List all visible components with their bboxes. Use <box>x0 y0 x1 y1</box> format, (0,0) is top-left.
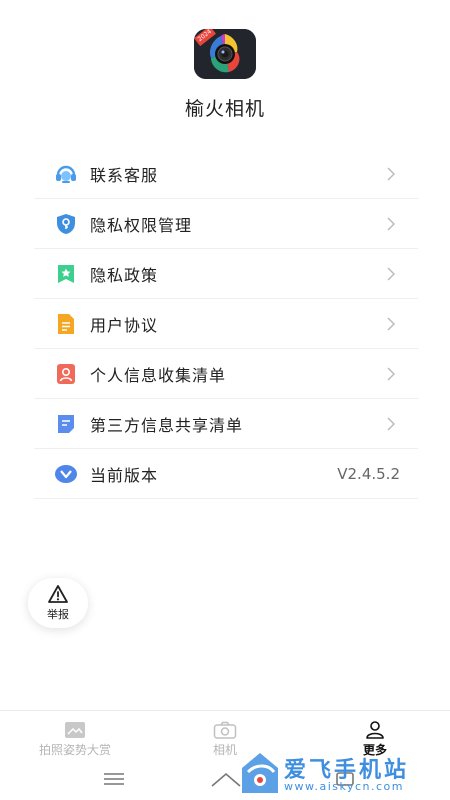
menu-item-label: 个人信息收集清单 <box>90 365 227 385</box>
menu-item-current-version: 当前版本 V2.4.5.2 <box>34 449 418 499</box>
shield-key-icon <box>54 212 78 236</box>
menu-item-third-party-sharing-list[interactable]: 第三方信息共享清单 <box>34 399 418 449</box>
menu-item-label: 用户协议 <box>90 315 159 335</box>
menu-item-user-agreement[interactable]: 用户协议 <box>34 299 418 349</box>
version-icon <box>54 462 78 486</box>
menu-item-customer-service[interactable]: 联系客服 <box>34 149 418 199</box>
menu-item-label: 第三方信息共享清单 <box>90 415 244 435</box>
image-icon <box>65 722 85 738</box>
version-number: V2.4.5.2 <box>337 464 400 483</box>
bookmark-star-icon <box>54 262 78 286</box>
camera-icon <box>213 721 237 739</box>
headset-icon <box>54 162 78 186</box>
menu-item-label: 联系客服 <box>90 165 159 185</box>
app-logo: 2024 <box>194 29 256 79</box>
chevron-right-icon <box>387 417 396 431</box>
warning-icon <box>48 585 68 603</box>
note-icon <box>54 412 78 436</box>
tab-pose-gallery[interactable]: 拍照姿势大赏 <box>0 711 150 761</box>
person-icon <box>366 721 384 739</box>
chevron-right-icon <box>387 367 396 381</box>
chevron-right-icon <box>387 217 396 231</box>
user-card-icon <box>54 362 78 386</box>
document-icon <box>54 312 78 336</box>
menu-item-privacy-policy[interactable]: 隐私政策 <box>34 249 418 299</box>
chevron-right-icon <box>387 167 396 181</box>
menu-item-label: 隐私政策 <box>90 265 159 285</box>
chevron-right-icon <box>387 317 396 331</box>
report-label: 举报 <box>47 608 69 621</box>
settings-menu: 联系客服 隐私权限管理 隐私政策 用户协议 个人信息收集清单 第三方信息共享清单… <box>34 149 418 499</box>
watermark-logo-icon <box>242 753 278 793</box>
menu-nav-icon[interactable] <box>103 772 125 786</box>
watermark-url: www.aiskycn.com <box>284 780 405 793</box>
menu-item-label: 隐私权限管理 <box>90 215 193 235</box>
menu-item-label: 当前版本 <box>90 465 159 485</box>
chevron-right-icon <box>387 267 396 281</box>
app-name: 榆火相机 <box>184 98 265 120</box>
report-button[interactable]: 举报 <box>28 578 88 628</box>
menu-item-privacy-permissions[interactable]: 隐私权限管理 <box>34 199 418 249</box>
tab-label: 拍照姿势大赏 <box>38 743 111 757</box>
menu-item-personal-info-list[interactable]: 个人信息收集清单 <box>34 349 418 399</box>
watermark: 爱飞手机站 www.aiskycn.com <box>238 748 450 800</box>
tab-label: 相机 <box>212 743 237 757</box>
